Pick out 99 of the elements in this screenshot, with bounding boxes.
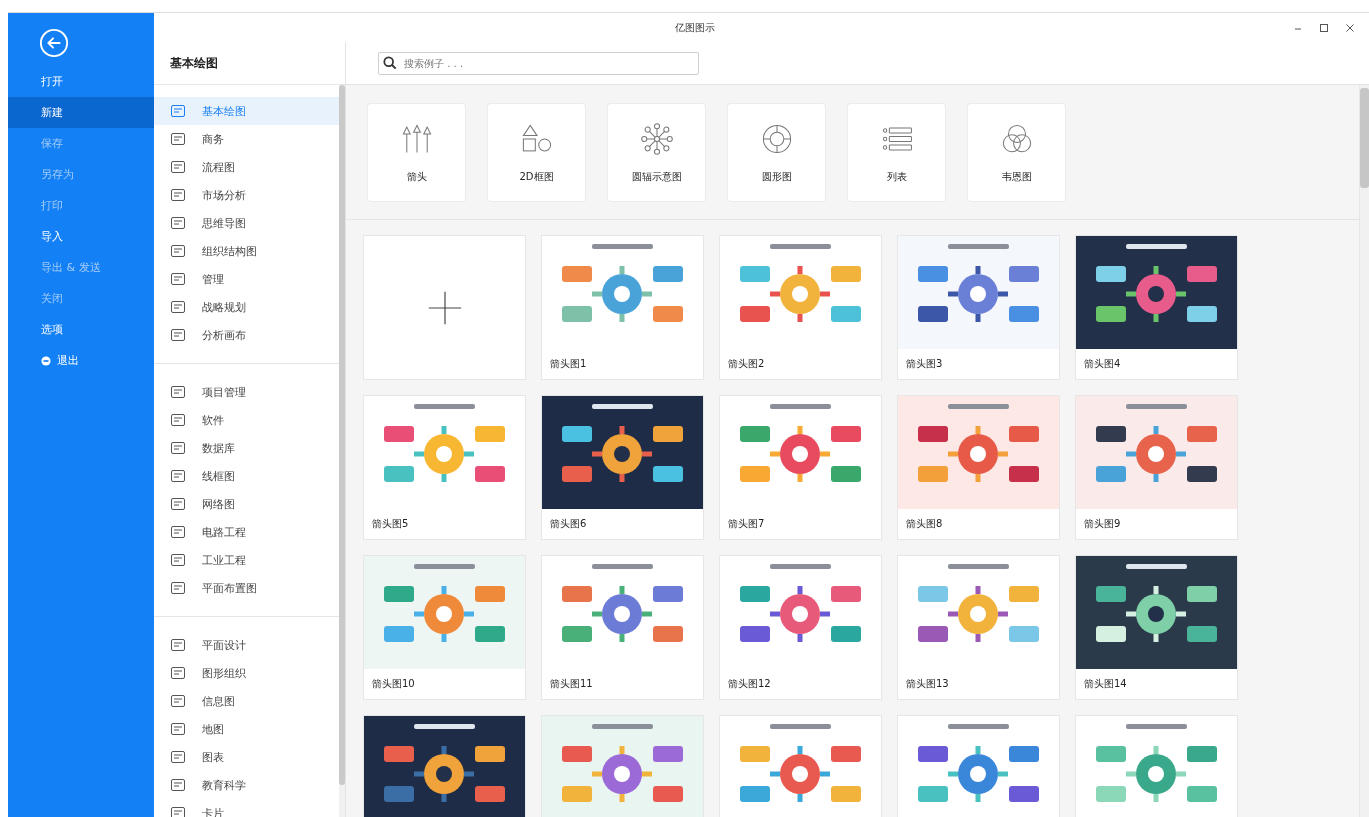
template-card[interactable]: 箭头图8 — [898, 396, 1059, 539]
hub-icon — [639, 121, 674, 156]
template-card[interactable]: 箭头图6 — [542, 396, 703, 539]
template-label: 箭头图4 — [1083, 357, 1122, 371]
diagram-icon — [170, 159, 186, 175]
sidebar-item[interactable]: 导入 — [8, 221, 154, 252]
sidebar-item[interactable]: 打开 — [8, 66, 154, 97]
diagram-type-card[interactable]: 圆辐示意图 — [608, 104, 705, 201]
template-card[interactable]: 箭头图11 — [542, 556, 703, 699]
diagram-icon — [170, 580, 186, 596]
category-item[interactable]: 管理 — [154, 265, 339, 293]
category-item[interactable]: 数据库 — [154, 434, 339, 462]
search-icon — [383, 55, 397, 70]
category-item[interactable]: 市场分析 — [154, 181, 339, 209]
diagram-icon — [170, 271, 186, 287]
diagram-icon — [170, 552, 186, 568]
diagram-icon — [170, 327, 186, 343]
diagram-icon — [170, 693, 186, 709]
category-item[interactable]: 地图 — [154, 715, 339, 743]
maximize-icon[interactable] — [1319, 22, 1329, 33]
diagram-icon — [170, 468, 186, 484]
category-item[interactable]: 组织结构图 — [154, 237, 339, 265]
category-item[interactable]: 思维导图 — [154, 209, 339, 237]
diagram-icon — [170, 103, 186, 119]
diagram-icon — [170, 187, 186, 203]
diagram-type-card[interactable]: 箭头 — [368, 104, 465, 201]
template-label: 箭头图1 — [549, 357, 588, 371]
diagram-type-card[interactable]: 韦恩图 — [968, 104, 1065, 201]
category-item[interactable]: 图表 — [154, 743, 339, 771]
category-item[interactable]: 线框图 — [154, 462, 339, 490]
template-card[interactable]: 箭头图2 — [720, 236, 881, 379]
category-item[interactable]: 教育科学 — [154, 771, 339, 799]
diagram-icon — [170, 749, 186, 765]
diagram-icon — [170, 496, 186, 512]
sidebar-item[interactable]: 选项 — [8, 314, 154, 345]
scrollbar-thumb[interactable] — [1360, 88, 1369, 188]
template-label: 箭头图8 — [905, 517, 944, 531]
template-label: 箭头图3 — [905, 357, 944, 371]
template-card[interactable]: 箭头图10 — [364, 556, 525, 699]
category-item[interactable]: 基本绘图 — [154, 97, 339, 125]
category-item[interactable]: 软件 — [154, 406, 339, 434]
template-card[interactable]: 箭头图7 — [720, 396, 881, 539]
template-card[interactable]: 箭头图13 — [898, 556, 1059, 699]
diagram-icon — [170, 777, 186, 793]
back-icon[interactable] — [39, 28, 69, 58]
category-item[interactable]: 网络图 — [154, 490, 339, 518]
scrollbar-thumb[interactable] — [339, 85, 345, 785]
template-label: 箭头图5 — [371, 517, 410, 531]
category-item[interactable]: 信息图 — [154, 687, 339, 715]
sidebar-item[interactable]: 新建 — [8, 97, 154, 128]
template-card[interactable]: 箭头图12 — [720, 556, 881, 699]
category-item[interactable]: 平面布置图 — [154, 574, 339, 602]
close-icon[interactable] — [1345, 22, 1355, 33]
template-label: 箭头图12 — [727, 677, 772, 691]
diagram-type-card[interactable]: 列表 — [848, 104, 945, 201]
category-item[interactable]: 平面设计 — [154, 631, 339, 659]
search-field[interactable]: 搜索例子 . . . — [378, 51, 699, 75]
diagram-icon — [170, 805, 186, 817]
category-item[interactable]: 商务 — [154, 125, 339, 153]
template-card[interactable]: 箭头图4 — [1076, 236, 1237, 379]
category-item[interactable]: 图形组织 — [154, 659, 339, 687]
template-label: 箭头图9 — [1083, 517, 1122, 531]
template-label: 箭头图13 — [905, 677, 950, 691]
category-item[interactable]: 流程图 — [154, 153, 339, 181]
category-heading: 基本绘图 — [170, 54, 218, 72]
diagram-icon — [170, 412, 186, 428]
diagram-icon — [170, 524, 186, 540]
template-label: 箭头图7 — [727, 517, 766, 531]
template-card[interactable]: 箭头图5 — [364, 396, 525, 539]
template-label: 箭头图11 — [549, 677, 594, 691]
category-item[interactable]: 分析画布 — [154, 321, 339, 349]
diagram-icon — [170, 440, 186, 456]
template-label: 箭头图2 — [727, 357, 766, 371]
template-label: 箭头图14 — [1083, 677, 1128, 691]
diagram-icon — [170, 665, 186, 681]
diagram-type-card[interactable]: 圆形图 — [728, 104, 825, 201]
template-card[interactable]: 箭头图14 — [1076, 556, 1237, 699]
category-item[interactable]: 电路工程 — [154, 518, 339, 546]
diagram-icon — [170, 384, 186, 400]
template-label: 箭头图10 — [371, 677, 416, 691]
template-card[interactable]: 箭头图9 — [1076, 396, 1237, 539]
diagram-icon — [170, 637, 186, 653]
category-item[interactable]: 卡片 — [154, 799, 339, 817]
category-item[interactable]: 战略规划 — [154, 293, 339, 321]
minus-circle-icon — [41, 355, 51, 366]
sidebar-item[interactable]: 退出 — [8, 345, 154, 376]
template-label: 箭头图6 — [549, 517, 588, 531]
diagram-icon — [170, 215, 186, 231]
category-item[interactable]: 项目管理 — [154, 378, 339, 406]
template-card[interactable]: 箭头图1 — [542, 236, 703, 379]
diagram-icon — [170, 721, 186, 737]
window-title: 亿图图示 — [674, 20, 716, 35]
diagram-icon — [170, 131, 186, 147]
plus-icon — [426, 289, 463, 326]
diagram-icon — [170, 243, 186, 259]
template-card[interactable]: 箭头图3 — [898, 236, 1059, 379]
category-item[interactable]: 工业工程 — [154, 546, 339, 574]
diagram-type-card[interactable]: 2D框图 — [488, 104, 585, 201]
diagram-icon — [170, 299, 186, 315]
